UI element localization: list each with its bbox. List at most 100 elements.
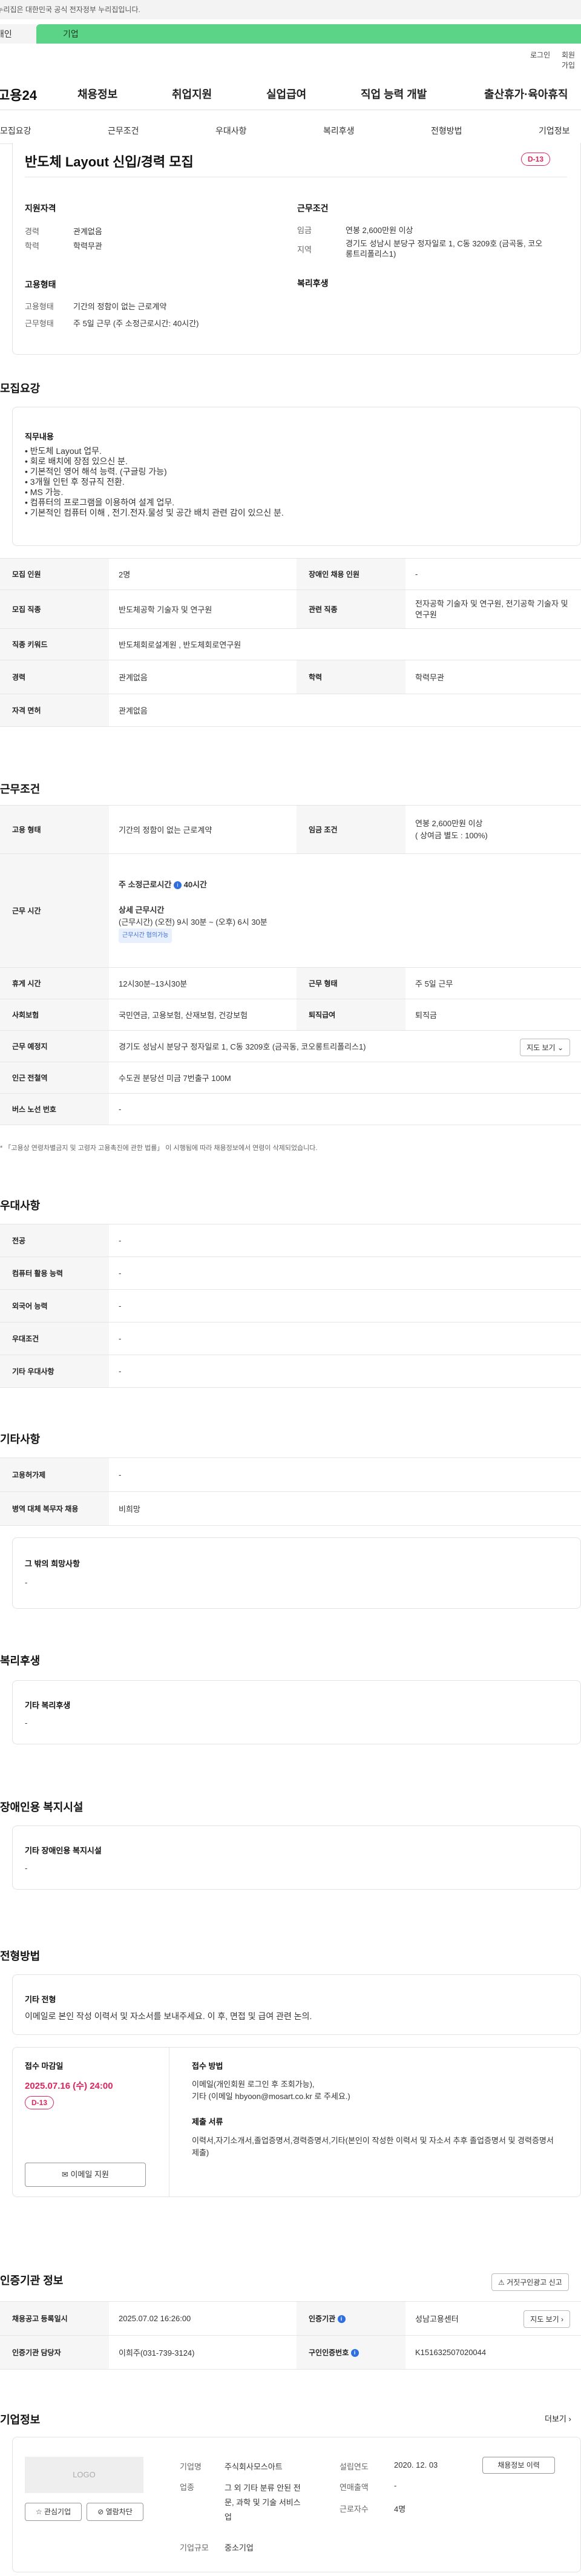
td-count: 2명 — [109, 558, 297, 590]
lnb-welfare[interactable]: 복리후생 — [323, 125, 355, 137]
th-computer: 컴퓨터 활용 능력 — [0, 1257, 109, 1290]
section-nav: 모집요강 근무조건 우대사항 복리후생 전형방법 기업정보 — [0, 115, 581, 144]
disab-title: 기타 장애인용 복지시설 — [25, 1846, 102, 1855]
th-bus: 버스 노선 번호 — [0, 1093, 109, 1125]
cond-title: 근무조건 — [297, 203, 329, 213]
industry-label: 업종 — [180, 2483, 194, 2492]
td-time: 주 소정근로시간 i 40시간 상세 근무시간 (근무시간) (오전) 9시 3… — [109, 853, 581, 968]
user-type-tabs: 개인 기업 — [0, 19, 581, 45]
info-icon[interactable]: i — [173, 881, 182, 889]
lnb-selection[interactable]: 전형방법 — [431, 125, 462, 137]
employees-label: 근로자수 — [340, 2505, 369, 2514]
td-pref-etc: - — [109, 1355, 581, 1388]
wage-main: 연봉 2,600만원 이상 — [415, 818, 483, 828]
join-link[interactable]: 회원가입 — [562, 50, 581, 70]
lnb-conditions[interactable]: 근무조건 — [108, 125, 139, 137]
negotiable-tag: 근무시간 협의가능 — [119, 928, 172, 943]
cond-table: 고용 형태 기간의 정함이 없는 근로계약 임금 조건 연봉 2,600만원 이상 ( … — [0, 805, 581, 1125]
td-workform: 주 5일 근무 — [405, 967, 581, 999]
th-disabled: 장애인 채용 인원 — [297, 558, 405, 590]
menu-jobs[interactable]: 채용정보 — [77, 86, 117, 102]
block-view-button[interactable]: ⊘ 열람차단 — [87, 2503, 143, 2521]
td-rest: 12시30분~13시30분 — [109, 967, 297, 999]
detail-value: (근무시간) (오전) 9시 30분 ~ (오후) 6시 30분 — [119, 917, 268, 927]
job-title: 반도체 Layout 신입/경력 모집 — [25, 154, 194, 169]
hours-value: 40시간 — [183, 879, 207, 889]
td-keyword: 반도체회로설계원 , 반도체회로연구원 — [109, 628, 581, 660]
td-org: 성남고용센터 지도 보기 › — [405, 2301, 581, 2336]
td-language: - — [109, 1289, 581, 1322]
lnb-preference[interactable]: 우대사항 — [215, 125, 247, 137]
false-ad-report-button[interactable]: ⚠ 거짓구인광고 신고 — [491, 2273, 569, 2291]
login-link[interactable]: 로그인 — [530, 50, 550, 60]
lnb-recruit[interactable]: 모집요강 — [0, 125, 31, 137]
duty-item: • 기본적인 영어 해석 능력. (구글링 가능) — [25, 467, 167, 476]
td-job: 반도체공학 기술자 및 연구원 — [109, 590, 297, 629]
th-severance: 퇴직급여 — [297, 999, 405, 1031]
disab-box: 기타 장애인용 복지시설 - — [12, 1825, 581, 1890]
lnb-company[interactable]: 기업정보 — [539, 125, 570, 137]
region-label: 지역 — [297, 245, 312, 254]
sales-label: 연매출액 — [340, 2483, 369, 2492]
selection-etc-value: 이메일로 본인 작성 이력서 및 자소서를 보내주세요. 이 후, 면접 및 급… — [25, 2011, 312, 2021]
emptype-label: 고용형태 — [25, 302, 54, 311]
company-more-link[interactable]: 더보기 › — [545, 2413, 571, 2424]
agency-map-button[interactable]: 지도 보기 › — [524, 2310, 570, 2328]
td-military: 비희망 — [109, 1491, 581, 1526]
age-notice: * 「고용상 연령차별금지 및 고령자 고용촉진에 관한 법률」 이 시행됨에 … — [0, 1145, 318, 1152]
workform-value: 주 5일 근무 (주 소정근로시간: 40시간) — [73, 319, 199, 328]
detail-title: 상세 근무시간 — [119, 905, 165, 915]
company-logo: LOGO — [25, 2457, 143, 2493]
hiring-history-button[interactable]: 채용정보 이력 — [482, 2457, 555, 2474]
map-button[interactable]: 지도 보기 ⌄ — [520, 1039, 570, 1056]
favorite-company-button[interactable]: ☆ 관심기업 — [25, 2503, 82, 2521]
menu-leave[interactable]: 출산휴가·육아휴직 — [484, 86, 568, 102]
emptype-value: 기간의 정함이 없는 근로계약 — [73, 302, 167, 311]
etc-heading: 기타사항 — [0, 1433, 41, 1445]
duty-item: • 회로 배치에 장점 있으신 분. — [25, 456, 128, 466]
th-count: 모집 인원 — [0, 558, 109, 590]
duty-item: • 컴퓨터의 프로그램을 이용하여 설계 업무. — [25, 498, 175, 507]
block-icon: ⊘ — [97, 2508, 104, 2516]
wish-title: 그 밖의 희망사항 — [25, 1559, 80, 1568]
welfare-value: - — [25, 1718, 28, 1727]
welfare-title: 기타 복리후생 — [25, 1701, 71, 1710]
global-nav: 고용24 채용정보 취업지원 실업급여 직업 능력 개발 출산휴가·육아휴직 — [0, 76, 581, 110]
industry-value: 그 외 기타 분류 안된 전문, 과학 및 기술 서비스업 — [225, 2483, 301, 2522]
td-wage: 연봉 2,600만원 이상 ( 상여금 별도 : 100%) — [405, 805, 581, 854]
chevron-right-icon: › — [561, 2315, 563, 2324]
th-org: 인증기관 i — [297, 2301, 405, 2336]
gov-notice: 이 누리집은 대한민국 공식 전자정부 누리집입니다. — [0, 0, 581, 19]
th-time: 근무 시간 — [0, 853, 109, 968]
menu-unemployment-benefit[interactable]: 실업급여 — [266, 86, 306, 102]
recruit-heading: 모집요강 — [0, 383, 41, 395]
job-summary: 반도체 Layout 신입/경력 모집 D-13 지원자격 경력 관계없음 학력… — [12, 143, 581, 355]
td-disabled: - — [405, 558, 581, 590]
company-heading: 기업정보 — [0, 2414, 41, 2426]
td-major: - — [109, 1224, 581, 1257]
th-major: 전공 — [0, 1224, 109, 1257]
menu-employment-support[interactable]: 취업지원 — [172, 86, 212, 102]
info-icon[interactable]: i — [337, 2315, 346, 2324]
tab-enterprise[interactable]: 기업 — [36, 24, 581, 44]
chevron-right-icon: › — [568, 2414, 571, 2423]
menu-training[interactable]: 직업 능력 개발 — [361, 86, 427, 102]
wish-value: - — [25, 1578, 28, 1587]
tab-individual[interactable]: 개인 — [0, 24, 36, 44]
email-apply-button[interactable]: ✉ 이메일 지원 — [25, 2163, 146, 2187]
wish-box: 그 밖의 희망사항 - — [12, 1537, 581, 1609]
th-workform: 근무 형태 — [297, 967, 405, 999]
td-permit: - — [109, 1457, 581, 1492]
wage-value: 연봉 2,600만원 이상 — [346, 226, 413, 235]
name-label: 기업명 — [180, 2462, 202, 2471]
info-icon[interactable]: i — [350, 2349, 359, 2358]
name-value: 주식회사모스아트 — [225, 2462, 283, 2471]
recruit-table: 모집 인원 2명 장애인 채용 인원 - 모집 직종 반도체공학 기술자 및 연구원 관련… — [0, 558, 581, 727]
td-manager: 이희주(031-739-3124) — [109, 2335, 297, 2370]
th-pref-etc: 기타 우대사항 — [0, 1355, 109, 1388]
site-logo[interactable]: 고용24 — [0, 85, 37, 104]
td-insurance: 국민연금, 고용보험, 산재보험, 건강보험 — [109, 999, 297, 1031]
docs-title: 제출 서류 — [192, 2117, 223, 2126]
td-bus: - — [109, 1093, 581, 1125]
method-line1: 이메일(개인회원 로그인 후 조회가능), — [192, 2080, 315, 2089]
